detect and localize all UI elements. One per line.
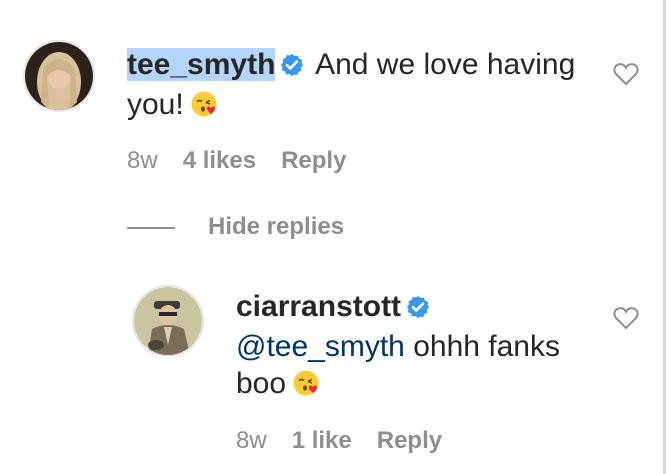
verified-badge-icon: [406, 291, 430, 328]
comment-body: tee_smyth And we love having you!: [127, 46, 597, 127]
avatar[interactable]: [23, 40, 95, 112]
reply-likes[interactable]: 1 like: [292, 427, 352, 455]
comment-meta: 8w 4 likes Reply: [127, 147, 346, 175]
like-heart-icon[interactable]: [613, 306, 639, 335]
avatar[interactable]: [132, 285, 204, 357]
replies-divider: [127, 227, 175, 229]
reply-button[interactable]: Reply: [281, 147, 346, 175]
comment-time[interactable]: 8w: [127, 147, 158, 175]
reply-meta: 8w 1 like Reply: [236, 427, 442, 455]
comment-username[interactable]: tee_smyth: [127, 48, 276, 81]
reply-username[interactable]: ciarranstott: [236, 290, 401, 323]
mention-link[interactable]: @tee_smyth: [236, 330, 405, 363]
reply-time[interactable]: 8w: [236, 427, 267, 455]
comment-likes[interactable]: 4 likes: [183, 147, 256, 175]
kissing-face-emoji: [190, 90, 218, 127]
reply-button[interactable]: Reply: [377, 427, 442, 455]
verified-badge-icon: [280, 49, 304, 86]
like-heart-icon[interactable]: [613, 62, 639, 91]
hide-replies-button[interactable]: Hide replies: [208, 213, 344, 241]
kissing-face-emoji: [292, 369, 320, 406]
reply-body: ciarranstott @tee_smyth ohhh fanks boo: [236, 288, 596, 406]
